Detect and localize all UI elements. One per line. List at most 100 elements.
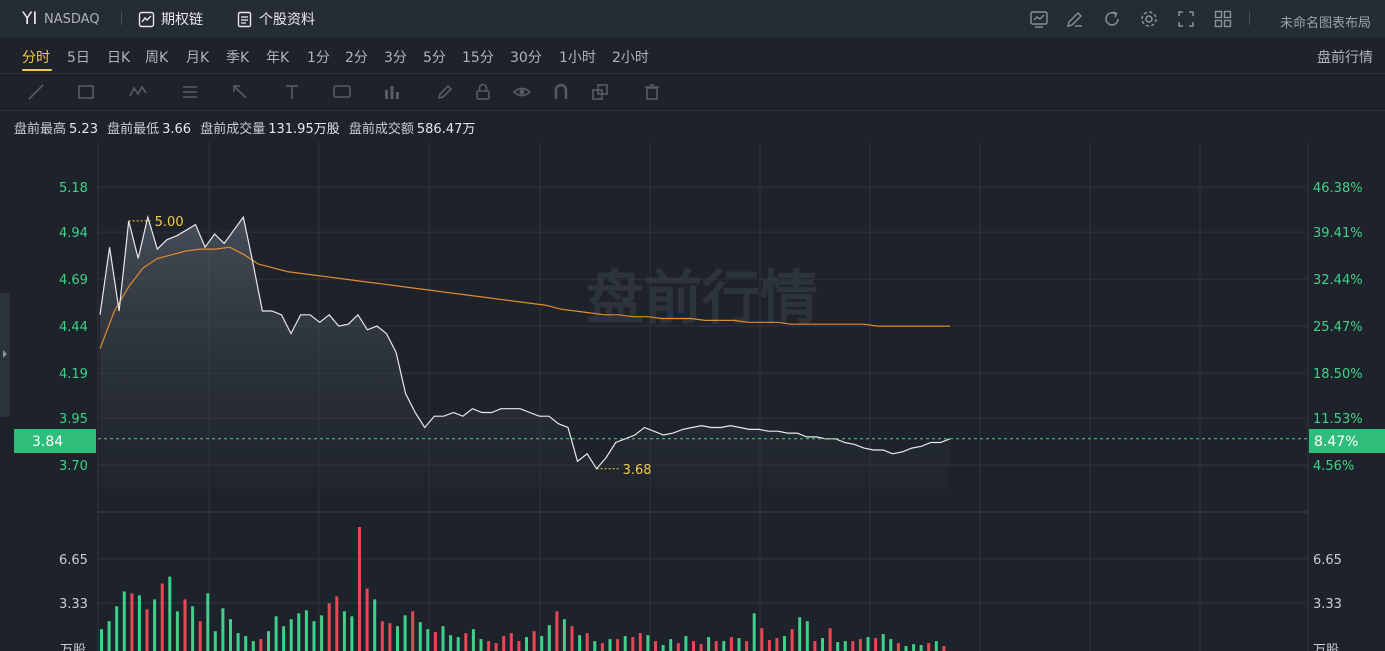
tab-2hour[interactable]: 2小时 bbox=[612, 47, 649, 67]
low-annotation: 3.68 bbox=[623, 463, 652, 478]
eye-icon[interactable] bbox=[512, 82, 532, 102]
lock-icon[interactable] bbox=[473, 82, 493, 102]
divider bbox=[121, 11, 122, 25]
volume-bar bbox=[729, 637, 733, 651]
volume-bar bbox=[145, 609, 149, 651]
price-axis-label: 5.18 bbox=[59, 181, 88, 196]
line-tool-icon[interactable] bbox=[26, 82, 46, 102]
text-tool-icon[interactable] bbox=[282, 82, 302, 102]
layers-icon[interactable] bbox=[590, 82, 610, 102]
price-axis-label: 4.69 bbox=[59, 273, 88, 288]
measure-tool-icon[interactable] bbox=[382, 82, 402, 102]
volume-bar bbox=[502, 636, 506, 651]
wave-tool-icon[interactable] bbox=[128, 82, 148, 102]
volume-bar bbox=[206, 593, 210, 651]
tab-15min[interactable]: 15分 bbox=[462, 47, 494, 67]
pencil-icon[interactable] bbox=[435, 82, 455, 102]
volume-bar bbox=[790, 629, 794, 651]
volume-bar bbox=[745, 641, 749, 651]
stock-profile-button[interactable]: 个股资料 bbox=[236, 9, 315, 29]
volume-bar bbox=[509, 633, 513, 651]
volume-bar bbox=[828, 628, 832, 651]
volume-bar bbox=[623, 636, 627, 651]
volume-bar bbox=[570, 626, 574, 651]
tab-monthly-k[interactable]: 月K bbox=[186, 47, 209, 67]
amount-value: 586.47万 bbox=[416, 122, 476, 137]
volume-bar bbox=[191, 606, 195, 651]
percent-axis-label: 32.44% bbox=[1313, 273, 1363, 288]
volume-bar bbox=[411, 611, 415, 651]
settings-gear-icon[interactable] bbox=[1139, 9, 1159, 29]
draw-edit-icon[interactable] bbox=[1065, 9, 1085, 29]
volume-bar bbox=[638, 633, 642, 651]
volume-bar bbox=[517, 641, 521, 651]
chart-layout-name[interactable]: 未命名图表布局 bbox=[1280, 12, 1371, 31]
tab-5day[interactable]: 5日 bbox=[67, 47, 90, 67]
sidebar-toggle-handle[interactable] bbox=[0, 293, 10, 417]
note-tool-icon[interactable] bbox=[332, 82, 352, 102]
fib-tool-icon[interactable] bbox=[180, 82, 200, 102]
volume-bar bbox=[175, 611, 179, 651]
volume-unit-label: 万股 bbox=[1313, 643, 1339, 651]
volume-bar bbox=[221, 608, 225, 651]
volume-bar bbox=[600, 643, 604, 651]
tab-weekly-k[interactable]: 周K bbox=[145, 47, 168, 67]
volume-axis-label: 3.33 bbox=[1313, 597, 1342, 612]
session-selector[interactable]: 盘前行情 bbox=[1317, 47, 1373, 67]
volume-bar bbox=[821, 638, 824, 651]
magnet-icon[interactable] bbox=[551, 82, 571, 102]
high-label: 盘前最高 bbox=[14, 122, 67, 137]
volume-bar bbox=[661, 645, 665, 651]
volume-bar bbox=[843, 641, 847, 651]
volume-bar bbox=[342, 611, 346, 651]
tab-5min[interactable]: 5分 bbox=[423, 47, 446, 67]
volume-bar bbox=[684, 636, 688, 651]
volume-bar bbox=[866, 637, 870, 651]
tab-3min[interactable]: 3分 bbox=[384, 47, 407, 67]
percent-axis-label: 46.38% bbox=[1313, 181, 1363, 196]
volume-bar bbox=[889, 639, 893, 651]
percent-axis-label: 4.56% bbox=[1313, 459, 1354, 474]
grid-layout-icon[interactable] bbox=[1213, 9, 1233, 29]
tab-intraday[interactable]: 分时 bbox=[22, 47, 50, 67]
volume-unit-label: 万股 bbox=[60, 643, 86, 651]
tab-2min[interactable]: 2分 bbox=[345, 47, 368, 67]
arrow-tool-icon[interactable] bbox=[230, 82, 250, 102]
tab-quarterly-k[interactable]: 季K bbox=[226, 47, 249, 67]
volume-label: 盘前成交量 bbox=[200, 122, 266, 137]
volume-bar bbox=[403, 615, 407, 651]
tab-yearly-k[interactable]: 年K bbox=[266, 47, 289, 67]
tab-daily-k[interactable]: 日K bbox=[107, 47, 130, 67]
trash-icon[interactable] bbox=[642, 82, 662, 102]
volume-bar bbox=[358, 527, 361, 651]
volume-bar bbox=[714, 641, 718, 651]
volume-bar bbox=[707, 637, 711, 651]
price-axis-label: 3.95 bbox=[59, 412, 88, 427]
volume-bar bbox=[259, 639, 263, 651]
refresh-icon[interactable] bbox=[1102, 9, 1122, 29]
volume-bar bbox=[418, 622, 422, 651]
chart-type-icon[interactable] bbox=[1029, 9, 1049, 29]
volume-bar bbox=[805, 621, 809, 651]
volume-bar bbox=[479, 639, 483, 651]
volume-bar bbox=[388, 623, 392, 651]
volume-bar bbox=[608, 639, 612, 651]
options-chain-button[interactable]: 期权链 bbox=[138, 9, 203, 29]
volume-bar bbox=[547, 625, 551, 651]
volume-bar bbox=[251, 641, 255, 651]
tab-30min[interactable]: 30分 bbox=[510, 47, 542, 67]
volume-bar bbox=[373, 599, 377, 651]
volume-bar bbox=[646, 635, 650, 651]
ticker-symbol[interactable]: YI bbox=[22, 9, 37, 29]
volume-bar bbox=[934, 641, 938, 651]
tab-1hour[interactable]: 1小时 bbox=[559, 47, 596, 67]
volume-bar bbox=[304, 610, 308, 651]
rect-tool-icon[interactable] bbox=[76, 82, 96, 102]
volume-bar bbox=[927, 643, 931, 651]
volume-value: 131.95万股 bbox=[268, 122, 340, 137]
tab-1min[interactable]: 1分 bbox=[307, 47, 330, 67]
volume-bar bbox=[267, 631, 270, 651]
volume-bar bbox=[904, 646, 908, 651]
volume-bar bbox=[137, 595, 141, 651]
fullscreen-icon[interactable] bbox=[1176, 9, 1196, 29]
